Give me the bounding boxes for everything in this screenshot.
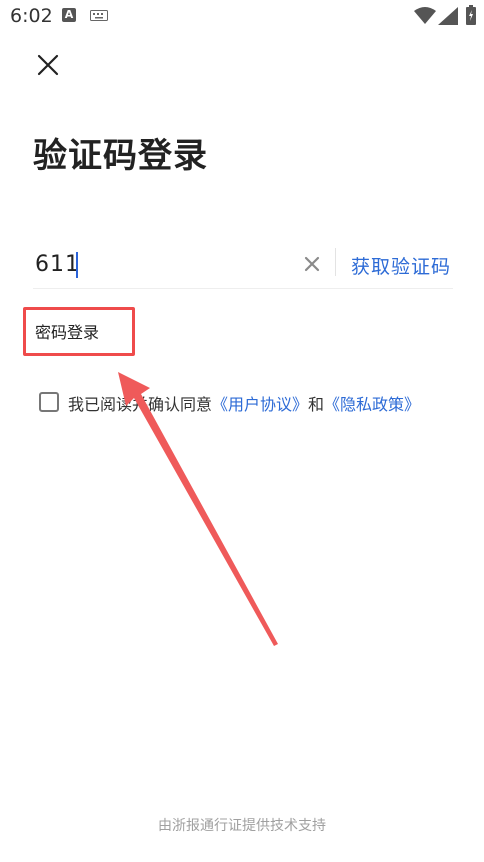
agreement-prefix: 我已阅读并确认同意 xyxy=(68,395,213,414)
annotation-highlight-box xyxy=(23,307,135,356)
phone-input[interactable] xyxy=(35,248,285,280)
phone-input-row: 获取验证码 xyxy=(33,240,453,289)
signal-icon xyxy=(438,7,458,25)
footer-text: 由浙报通行证提供技术支持 xyxy=(158,818,326,834)
close-button[interactable] xyxy=(33,50,63,80)
text-caret xyxy=(76,252,78,278)
agreement-checkbox[interactable] xyxy=(39,392,59,412)
status-time: 6:02 xyxy=(10,5,53,27)
privacy-policy-link[interactable]: 《隐私政策》 xyxy=(324,395,420,414)
wifi-icon xyxy=(414,7,436,24)
agreement-text: 我已阅读并确认同意《用户协议》和《隐私政策》 xyxy=(68,391,420,415)
page-title: 验证码登录 xyxy=(33,136,208,176)
clear-input-icon[interactable] xyxy=(304,256,320,272)
keyboard-icon xyxy=(90,10,108,21)
status-bar: 6:02 A xyxy=(0,0,484,32)
battery-icon xyxy=(466,5,476,25)
input-divider xyxy=(335,248,336,276)
agreement-and: 和 xyxy=(308,395,325,414)
close-icon xyxy=(37,54,59,76)
a-notification-icon: A xyxy=(62,8,76,22)
get-code-button[interactable]: 获取验证码 xyxy=(351,252,451,279)
user-agreement-link[interactable]: 《用户协议》 xyxy=(212,395,308,414)
